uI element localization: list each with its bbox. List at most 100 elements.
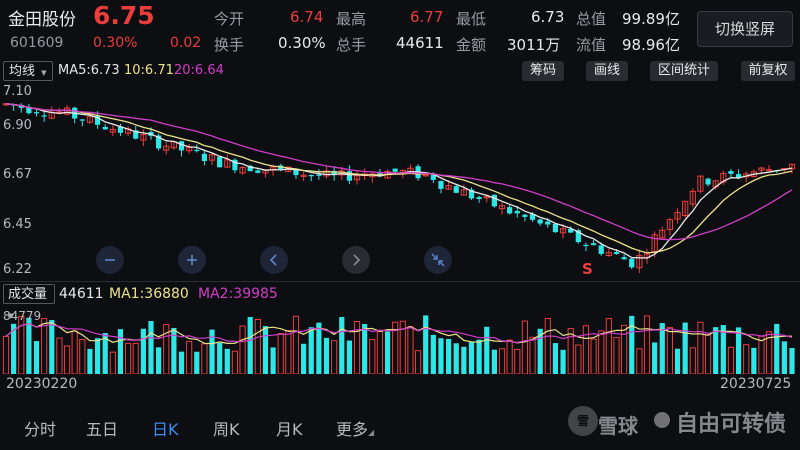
- watermark-text: 自由可转债: [676, 412, 787, 437]
- volume-bar: [629, 315, 635, 374]
- volume-bar: [582, 325, 590, 374]
- candle-down: [33, 112, 40, 114]
- tab-daily-k[interactable]: 日K: [152, 416, 179, 440]
- volume-bar: [652, 342, 658, 374]
- volume-bar: [484, 326, 490, 374]
- stock-name: 金田股份: [8, 10, 76, 30]
- volume-bar: [552, 343, 559, 374]
- zoom-in-button[interactable]: [178, 246, 206, 274]
- current-price: 6.75: [93, 1, 155, 30]
- volume-bar: [94, 338, 101, 374]
- volume-bar: [117, 329, 124, 374]
- volume-bar: [140, 328, 146, 374]
- volume-bar: [666, 327, 674, 374]
- ma-select[interactable]: 均线 ▼: [3, 61, 53, 81]
- volume-bar: [2, 335, 10, 374]
- price-axis-label-0: 7.10: [3, 84, 32, 99]
- volume-bar: [71, 330, 78, 374]
- volume-ma2: MA2:39985: [198, 286, 278, 302]
- volume-ma1: MA1:36880: [109, 286, 189, 302]
- amount-value: 3011万: [507, 36, 561, 54]
- ma10-line: [5, 103, 793, 254]
- volume-bar: [308, 327, 314, 374]
- tab-intraday[interactable]: 分时: [24, 416, 56, 440]
- volume-bar: [407, 326, 414, 374]
- volume-bar: [713, 327, 719, 374]
- volume-bar: [41, 318, 48, 374]
- volume-bar: [514, 348, 521, 374]
- amount-label: 金额: [456, 36, 487, 54]
- range-stats-button[interactable]: 区间统计: [650, 61, 718, 81]
- volume-bar: [414, 350, 422, 374]
- candle-down: [537, 219, 543, 224]
- ma-select-label: 均线: [9, 64, 36, 79]
- tab-more[interactable]: 更多◢: [336, 416, 374, 440]
- price-axis-label-4: 6.22: [3, 262, 32, 277]
- volume-bar: [521, 320, 529, 374]
- volume-bar: [132, 342, 139, 374]
- candle-down: [552, 223, 559, 233]
- volume-bar: [590, 338, 597, 374]
- volume-bar: [598, 330, 605, 374]
- watermark-brand: 雪球: [598, 414, 638, 438]
- candle-down: [476, 197, 482, 200]
- collapse-button[interactable]: [424, 246, 452, 274]
- ma10-value: 10:6.71: [124, 63, 174, 78]
- volume-bar: [254, 318, 261, 374]
- volume-bar: [369, 338, 376, 374]
- candle-down: [438, 180, 444, 189]
- candle-down: [613, 252, 620, 255]
- indicator-select[interactable]: 成交量 ▼: [3, 284, 55, 320]
- adjust-button[interactable]: 前复权: [741, 61, 795, 81]
- volume-bar: [774, 323, 780, 374]
- dropdown-icon: ▼: [41, 69, 47, 77]
- total-cap-label: 总值: [576, 10, 607, 28]
- float-cap-value: 98.96亿: [622, 36, 680, 54]
- volume-bar: [376, 331, 384, 374]
- price-axis-label-2: 6.67: [3, 167, 32, 182]
- volume-bar: [643, 315, 651, 374]
- volume-bar: [727, 346, 735, 374]
- zoom-out-button[interactable]: [96, 246, 124, 274]
- volume-chart[interactable]: [0, 306, 800, 374]
- tab-five-day[interactable]: 五日: [86, 416, 118, 440]
- candle-down: [316, 174, 322, 176]
- volume-bar: [124, 342, 132, 374]
- price-axis-label-3: 6.45: [3, 217, 32, 232]
- candle-down: [41, 115, 47, 117]
- plus-icon: [187, 255, 197, 265]
- volume-bar: [109, 351, 116, 374]
- high-label: 最高: [336, 10, 367, 28]
- candle-down: [621, 257, 627, 260]
- volume-bar: [529, 336, 536, 374]
- candle-down: [514, 210, 520, 214]
- volume-bar: [491, 349, 497, 374]
- volume-bar: [476, 339, 482, 374]
- draw-line-button[interactable]: 画线: [586, 61, 628, 81]
- chips-button[interactable]: 筹码: [522, 61, 564, 81]
- ma5-line: [5, 103, 793, 259]
- volume-bar: [446, 338, 452, 374]
- tab-monthly-k[interactable]: 月K: [276, 416, 303, 440]
- scroll-left-button[interactable]: [260, 246, 288, 274]
- volume-bar: [231, 350, 239, 374]
- candle-down: [392, 168, 398, 172]
- volume-bar: [277, 333, 284, 374]
- candle-down: [583, 244, 589, 247]
- tab-weekly-k[interactable]: 周K: [213, 416, 240, 440]
- switch-portrait-button[interactable]: 切换竖屏: [697, 11, 793, 47]
- ma20-line: [5, 103, 793, 241]
- date-end: 20230725: [720, 376, 792, 392]
- volume-bar: [468, 342, 475, 374]
- candle-down: [545, 221, 551, 225]
- candle-down: [491, 194, 497, 207]
- volume-bar: [789, 347, 795, 374]
- volume-bar: [285, 330, 292, 374]
- collapse-icon: [431, 253, 445, 267]
- tab-more-label: 更多: [336, 420, 369, 439]
- chevron-right-icon: [353, 254, 361, 266]
- scroll-right-button[interactable]: [342, 246, 370, 274]
- volume-bar: [331, 340, 338, 374]
- volume-bar: [735, 327, 742, 374]
- volume-bar: [49, 320, 55, 374]
